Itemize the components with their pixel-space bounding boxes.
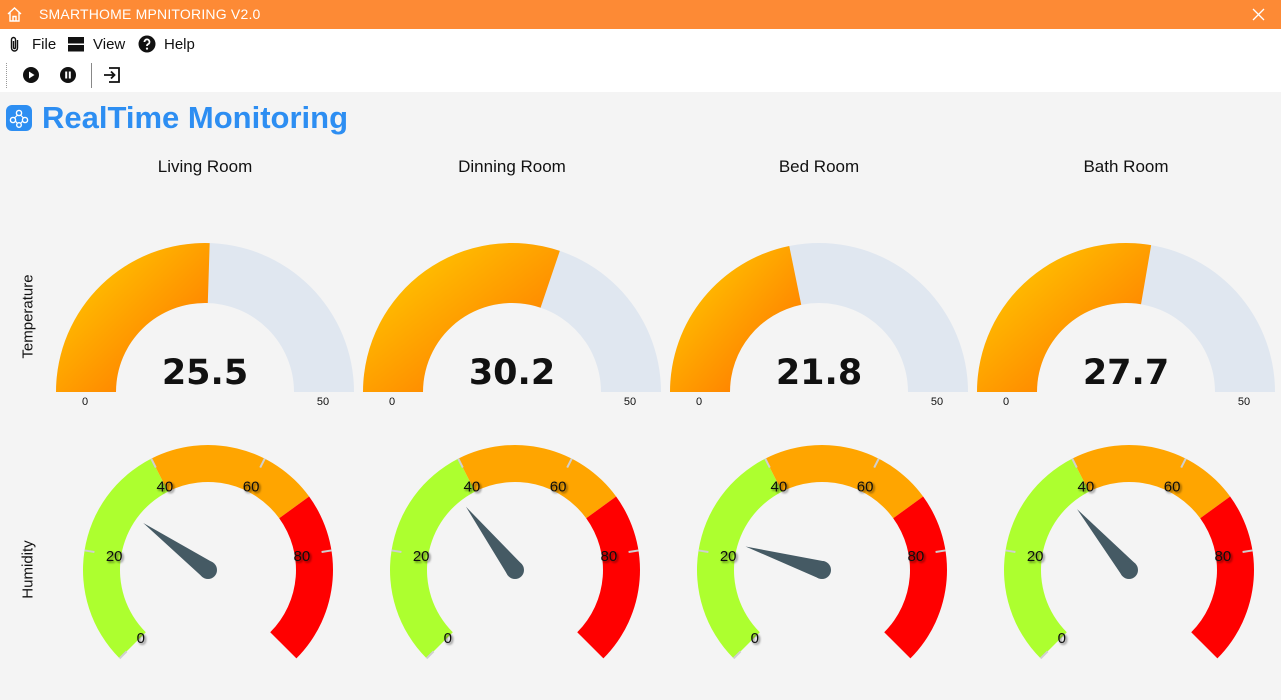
humidity-tick-label: 20	[413, 548, 430, 565]
humidity-band	[696, 458, 783, 659]
humidity-band	[765, 444, 924, 519]
humidity-tick-label: 0	[1058, 630, 1066, 647]
temperature-max-label: 50	[624, 396, 636, 408]
humidity-needle-hub	[506, 561, 524, 579]
humidity-tick-label: 20	[106, 548, 123, 565]
temperature-value: 25.5	[162, 353, 248, 393]
humidity-tick-label: 0	[137, 630, 145, 647]
temperature-value: 30.2	[469, 353, 555, 393]
humidity-band	[82, 458, 169, 659]
humidity-band	[270, 496, 333, 659]
humidity-needle-hub	[813, 561, 831, 579]
humidity-tick-label: 20	[720, 548, 737, 565]
humidity-tick-label: 40	[1078, 478, 1095, 495]
humidity-needle	[745, 546, 825, 579]
humidity-tick-label: 60	[857, 478, 874, 495]
humidity-band	[884, 496, 947, 659]
humidity-band	[1191, 496, 1255, 659]
temperature-min-label: 0	[389, 396, 395, 408]
humidity-tick-label: 40	[157, 478, 174, 495]
temperature-min-label: 0	[82, 396, 88, 408]
humidity-tick-label: 60	[550, 478, 567, 495]
gauges-canvas: 25.5 0 50 0 20 40 60 80 30.2 0 50 0 20 40 60 80 21.8 0 50 0…	[56, 242, 1275, 660]
humidity-needle-hub	[1120, 561, 1138, 579]
temperature-value: 21.8	[776, 353, 862, 393]
humidity-tick-label: 60	[243, 478, 260, 495]
temperature-max-label: 50	[317, 396, 329, 408]
humidity-band	[458, 445, 617, 519]
temperature-min-label: 0	[1003, 396, 1009, 408]
humidity-tick-label: 40	[771, 478, 788, 495]
temperature-max-label: 50	[931, 396, 943, 408]
temperature-min-label: 0	[696, 396, 702, 408]
humidity-tick-label: 0	[444, 630, 452, 647]
humidity-tick-label: 80	[600, 548, 617, 565]
humidity-band	[1072, 445, 1231, 519]
humidity-tick-label: 0	[751, 630, 759, 647]
humidity-tick-label: 80	[1214, 548, 1231, 565]
humidity-tick-label: 60	[1164, 478, 1181, 495]
humidity-band	[390, 458, 476, 659]
humidity-band	[1004, 458, 1090, 659]
temperature-max-label: 50	[1238, 396, 1250, 408]
humidity-band	[577, 496, 641, 659]
humidity-tick-label: 80	[293, 548, 310, 565]
humidity-tick-label: 80	[907, 548, 924, 565]
humidity-tick-label: 20	[1027, 548, 1044, 565]
humidity-needle-hub	[199, 561, 217, 579]
temperature-value: 27.7	[1083, 353, 1169, 393]
humidity-band	[151, 444, 310, 519]
humidity-tick-label: 40	[464, 478, 481, 495]
